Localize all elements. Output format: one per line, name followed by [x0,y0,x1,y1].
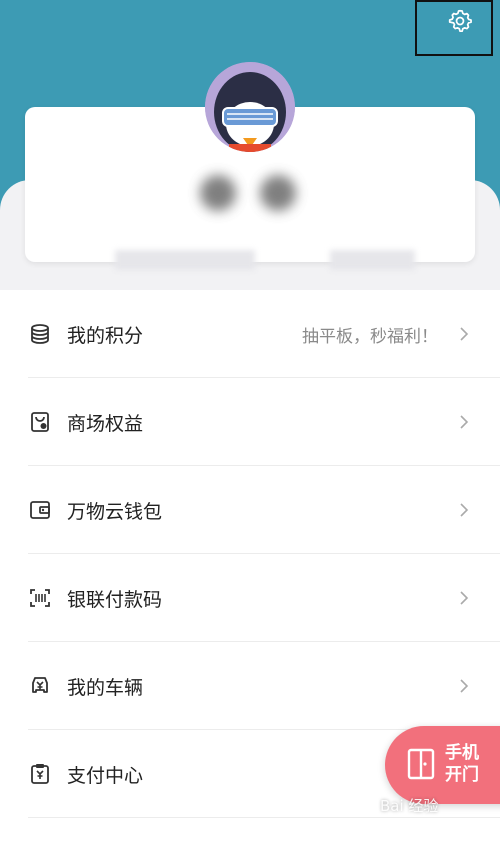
scan-code-icon [27,585,53,611]
chevron-right-icon [460,327,469,341]
menu-item-label: 银联付款码 [67,588,163,611]
menu-item-points[interactable]: 我的积分 抽平板，秒福利！ [0,290,500,378]
promo-text: 抽平板，秒福利！ [302,326,438,347]
menu-item-vehicles[interactable]: 我的车辆 [0,642,500,730]
chevron-right-icon [460,415,469,429]
menu-item-label: 支付中心 [67,764,144,787]
menu-item-unionpay-code[interactable]: 银联付款码 [0,554,500,642]
menu-item-label: 商场权益 [67,412,144,435]
blurred-username [200,175,310,211]
phone-door-open-button[interactable]: 手机开门 [385,726,500,804]
blurred-info-right [330,250,415,270]
blurred-info-left [115,250,255,270]
menu-item-wallet[interactable]: 万物云钱包 [0,466,500,554]
coins-stack-icon [27,321,53,347]
door-icon [407,748,435,780]
payment-clipboard-icon [27,761,53,787]
watermark: Bai 经验 [380,797,439,815]
wallet-icon [27,497,53,523]
menu-item-label: 万物云钱包 [67,500,163,523]
gear-icon [448,9,472,33]
avatar[interactable] [205,62,295,152]
menu-item-label: 我的车辆 [67,676,144,699]
fab-label: 手机开门 [445,743,479,785]
chevron-right-icon [460,503,469,517]
menu-item-label: 我的积分 [67,324,144,347]
settings-button[interactable] [415,0,493,56]
car-icon [27,673,53,699]
mall-bag-icon [27,409,53,435]
chevron-right-icon [460,591,469,605]
menu-item-mall-benefits[interactable]: 商场权益 [0,378,500,466]
chevron-right-icon [460,679,469,693]
